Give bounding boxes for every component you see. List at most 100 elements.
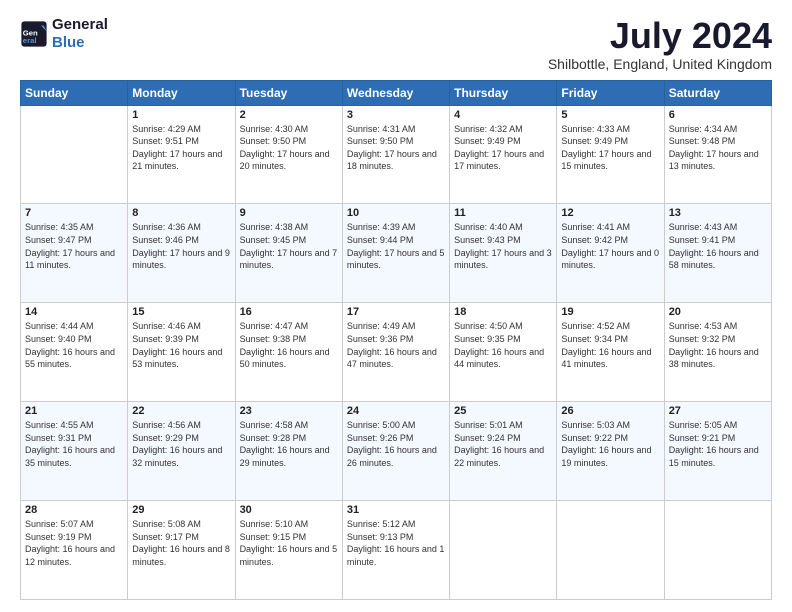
day-number: 29 [132, 504, 230, 516]
calendar-cell: 8 Sunrise: 4:36 AMSunset: 9:46 PMDaylight… [128, 204, 235, 303]
calendar-cell: 20Sunrise: 4:53 AMSunset: 9:32 PMDayligh… [664, 303, 771, 402]
day-info: Sunrise: 5:05 AMSunset: 9:21 PMDaylight:… [669, 419, 767, 469]
day-info: Sunrise: 4:41 AMSunset: 9:42 PMDaylight:… [561, 221, 659, 271]
day-number: 2 [240, 109, 338, 121]
day-number: 20 [669, 306, 767, 318]
day-number: 31 [347, 504, 445, 516]
col-monday: Monday [128, 80, 235, 105]
day-number: 17 [347, 306, 445, 318]
day-number: 15 [132, 306, 230, 318]
col-sunday: Sunday [21, 80, 128, 105]
day-number: 18 [454, 306, 552, 318]
page: Gen eral General Blue July 2024 Shilbott… [0, 0, 792, 612]
day-number: 14 [25, 306, 123, 318]
calendar-week-2: 7 Sunrise: 4:35 AMSunset: 9:47 PMDaylight… [21, 204, 772, 303]
day-number: 26 [561, 405, 659, 417]
day-info: Sunrise: 5:00 AMSunset: 9:26 PMDaylight:… [347, 419, 445, 469]
calendar-cell: 16Sunrise: 4:47 AMSunset: 9:38 PMDayligh… [235, 303, 342, 402]
calendar-cell: 12Sunrise: 4:41 AMSunset: 9:42 PMDayligh… [557, 204, 664, 303]
calendar-week-5: 28 Sunrise: 5:07 AMSunset: 9:19 PMDayligh… [21, 501, 772, 600]
calendar-cell: 30 Sunrise: 5:10 AMSunset: 9:15 PMDayligh… [235, 501, 342, 600]
day-info: Sunrise: 4:52 AMSunset: 9:34 PMDaylight:… [561, 320, 659, 370]
calendar-cell [557, 501, 664, 600]
day-number: 3 [347, 109, 445, 121]
calendar-week-3: 14 Sunrise: 4:44 AMSunset: 9:40 PMDayligh… [21, 303, 772, 402]
day-info: Sunrise: 4:58 AMSunset: 9:28 PMDaylight:… [240, 419, 338, 469]
calendar-cell: 3 Sunrise: 4:31 AMSunset: 9:50 PMDaylight… [342, 105, 449, 204]
day-info: Sunrise: 5:12 AMSunset: 9:13 PMDaylight:… [347, 518, 445, 568]
day-number: 30 [240, 504, 338, 516]
day-info: Sunrise: 4:40 AMSunset: 9:43 PMDaylight:… [454, 221, 552, 271]
calendar-cell: 5 Sunrise: 4:33 AMSunset: 9:49 PMDaylight… [557, 105, 664, 204]
day-number: 24 [347, 405, 445, 417]
day-number: 7 [25, 207, 123, 219]
calendar-cell: 17 Sunrise: 4:49 AMSunset: 9:36 PMDayligh… [342, 303, 449, 402]
day-info: Sunrise: 4:43 AMSunset: 9:41 PMDaylight:… [669, 221, 767, 271]
col-thursday: Thursday [450, 80, 557, 105]
logo-line1: General [52, 16, 108, 34]
calendar-cell: 15 Sunrise: 4:46 AMSunset: 9:39 PMDayligh… [128, 303, 235, 402]
calendar-cell: 11Sunrise: 4:40 AMSunset: 9:43 PMDayligh… [450, 204, 557, 303]
calendar-cell: 21Sunrise: 4:55 AMSunset: 9:31 PMDayligh… [21, 402, 128, 501]
calendar-cell: 31 Sunrise: 5:12 AMSunset: 9:13 PMDayligh… [342, 501, 449, 600]
day-number: 9 [240, 207, 338, 219]
calendar-cell [450, 501, 557, 600]
day-info: Sunrise: 4:34 AMSunset: 9:48 PMDaylight:… [669, 123, 767, 173]
calendar-cell: 7 Sunrise: 4:35 AMSunset: 9:47 PMDaylight… [21, 204, 128, 303]
day-info: Sunrise: 5:03 AMSunset: 9:22 PMDaylight:… [561, 419, 659, 469]
subtitle: Shilbottle, England, United Kingdom [548, 56, 772, 72]
day-number: 25 [454, 405, 552, 417]
day-number: 22 [132, 405, 230, 417]
calendar-cell: 1Sunrise: 4:29 AMSunset: 9:51 PMDaylight… [128, 105, 235, 204]
day-number: 4 [454, 109, 552, 121]
calendar-cell: 26 Sunrise: 5:03 AMSunset: 9:22 PMDayligh… [557, 402, 664, 501]
calendar-cell: 29 Sunrise: 5:08 AMSunset: 9:17 PMDayligh… [128, 501, 235, 600]
day-number: 6 [669, 109, 767, 121]
day-info: Sunrise: 4:33 AMSunset: 9:49 PMDaylight:… [561, 123, 659, 173]
header: Gen eral General Blue July 2024 Shilbott… [20, 16, 772, 72]
day-number: 8 [132, 207, 230, 219]
logo-icon: Gen eral [20, 20, 48, 48]
calendar-week-1: 1Sunrise: 4:29 AMSunset: 9:51 PMDaylight… [21, 105, 772, 204]
day-info: Sunrise: 4:49 AMSunset: 9:36 PMDaylight:… [347, 320, 445, 370]
calendar-cell: 9 Sunrise: 4:38 AMSunset: 9:45 PMDaylight… [235, 204, 342, 303]
logo-text: General Blue [52, 16, 108, 52]
calendar-cell: 28 Sunrise: 5:07 AMSunset: 9:19 PMDayligh… [21, 501, 128, 600]
day-number: 13 [669, 207, 767, 219]
day-info: Sunrise: 4:35 AMSunset: 9:47 PMDaylight:… [25, 221, 123, 271]
calendar-cell [664, 501, 771, 600]
day-info: Sunrise: 4:50 AMSunset: 9:35 PMDaylight:… [454, 320, 552, 370]
day-info: Sunrise: 4:44 AMSunset: 9:40 PMDaylight:… [25, 320, 123, 370]
calendar-cell: 22 Sunrise: 4:56 AMSunset: 9:29 PMDayligh… [128, 402, 235, 501]
calendar-cell: 14 Sunrise: 4:44 AMSunset: 9:40 PMDayligh… [21, 303, 128, 402]
svg-text:eral: eral [23, 36, 37, 45]
calendar: Sunday Monday Tuesday Wednesday Thursday… [20, 80, 772, 600]
day-info: Sunrise: 5:07 AMSunset: 9:19 PMDaylight:… [25, 518, 123, 568]
calendar-cell: 24 Sunrise: 5:00 AMSunset: 9:26 PMDayligh… [342, 402, 449, 501]
day-info: Sunrise: 4:32 AMSunset: 9:49 PMDaylight:… [454, 123, 552, 173]
calendar-cell: 19Sunrise: 4:52 AMSunset: 9:34 PMDayligh… [557, 303, 664, 402]
day-number: 5 [561, 109, 659, 121]
day-info: Sunrise: 4:39 AMSunset: 9:44 PMDaylight:… [347, 221, 445, 271]
day-number: 28 [25, 504, 123, 516]
day-info: Sunrise: 4:56 AMSunset: 9:29 PMDaylight:… [132, 419, 230, 469]
day-info: Sunrise: 4:46 AMSunset: 9:39 PMDaylight:… [132, 320, 230, 370]
day-info: Sunrise: 5:10 AMSunset: 9:15 PMDaylight:… [240, 518, 338, 568]
day-info: Sunrise: 5:08 AMSunset: 9:17 PMDaylight:… [132, 518, 230, 568]
col-saturday: Saturday [664, 80, 771, 105]
calendar-cell: 18 Sunrise: 4:50 AMSunset: 9:35 PMDayligh… [450, 303, 557, 402]
day-info: Sunrise: 4:36 AMSunset: 9:46 PMDaylight:… [132, 221, 230, 271]
day-info: Sunrise: 4:55 AMSunset: 9:31 PMDaylight:… [25, 419, 123, 469]
logo: Gen eral General Blue [20, 16, 108, 52]
calendar-cell [21, 105, 128, 204]
col-wednesday: Wednesday [342, 80, 449, 105]
day-info: Sunrise: 4:31 AMSunset: 9:50 PMDaylight:… [347, 123, 445, 173]
calendar-cell: 2 Sunrise: 4:30 AMSunset: 9:50 PMDaylight… [235, 105, 342, 204]
calendar-header-row: Sunday Monday Tuesday Wednesday Thursday… [21, 80, 772, 105]
day-number: 1 [132, 109, 230, 121]
day-info: Sunrise: 4:30 AMSunset: 9:50 PMDaylight:… [240, 123, 338, 173]
day-info: Sunrise: 4:38 AMSunset: 9:45 PMDaylight:… [240, 221, 338, 271]
title-block: July 2024 Shilbottle, England, United Ki… [548, 16, 772, 72]
col-friday: Friday [557, 80, 664, 105]
calendar-week-4: 21Sunrise: 4:55 AMSunset: 9:31 PMDayligh… [21, 402, 772, 501]
